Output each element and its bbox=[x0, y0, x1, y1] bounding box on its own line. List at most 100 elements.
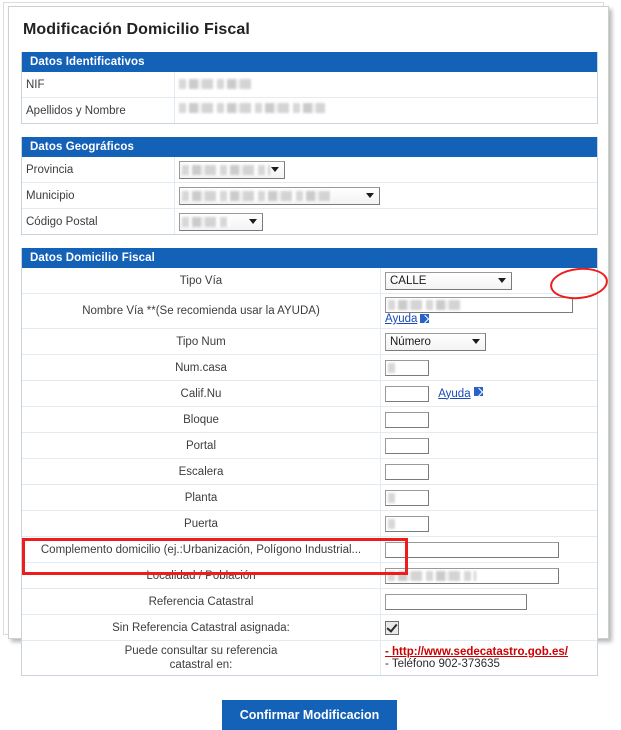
value-nif bbox=[175, 72, 598, 98]
value-localidad-poblacion bbox=[381, 563, 598, 589]
value-portal bbox=[381, 433, 598, 459]
external-link-icon bbox=[474, 387, 483, 396]
redacted-provincia bbox=[182, 165, 270, 175]
external-link-icon bbox=[420, 314, 429, 323]
chevron-down-icon bbox=[472, 339, 480, 344]
value-consulta-catastral: - http://www.sedecatastro.gob.es/ - Telé… bbox=[381, 641, 598, 676]
page-inner: Modificación Domicilio Fiscal Datos Iden… bbox=[9, 7, 610, 640]
table-row: Bloque bbox=[22, 407, 597, 433]
value-calif-nu: Ayuda bbox=[381, 381, 598, 407]
table-row: Escalera bbox=[22, 459, 597, 485]
table-row: Calif.Nu Ayuda bbox=[22, 381, 597, 407]
label-apellidos-nombre: Apellidos y Nombre bbox=[22, 98, 175, 124]
codigo-postal-select[interactable] bbox=[179, 213, 263, 231]
municipio-select[interactable] bbox=[179, 187, 380, 205]
chevron-down-icon bbox=[249, 219, 257, 224]
chevron-down-icon bbox=[271, 167, 279, 172]
label-complemento-domicilio: Complemento domicilio (ej.:Urbanización,… bbox=[22, 537, 381, 563]
table-row: NIF bbox=[22, 72, 597, 98]
confirmar-modificacion-button[interactable]: Confirmar Modificacion bbox=[222, 700, 398, 730]
table-row: Planta bbox=[22, 485, 597, 511]
sin-referencia-catastral-checkbox[interactable] bbox=[385, 621, 399, 635]
label-planta: Planta bbox=[22, 485, 381, 511]
planta-input[interactable] bbox=[385, 490, 429, 506]
value-complemento-domicilio bbox=[381, 537, 598, 563]
ayuda-link-nombre-via[interactable]: Ayuda bbox=[385, 313, 417, 325]
chevron-down-icon bbox=[498, 278, 506, 283]
page-card: Modificación Domicilio Fiscal Datos Iden… bbox=[8, 6, 609, 639]
table-row: Portal bbox=[22, 433, 597, 459]
redacted-nombre-via bbox=[388, 300, 460, 310]
localidad-poblacion-input[interactable] bbox=[385, 568, 559, 584]
tipo-via-select[interactable]: CALLE bbox=[385, 272, 512, 290]
table-row: Tipo Num Número bbox=[22, 329, 597, 355]
label-calif-nu: Calif.Nu bbox=[22, 381, 381, 407]
catastro-telefono: - Teléfono 902-373635 bbox=[385, 658, 500, 670]
label-nif: NIF bbox=[22, 72, 175, 98]
tipo-num-select[interactable]: Número bbox=[385, 333, 486, 351]
sedecatastro-link[interactable]: - http://www.sedecatastro.gob.es/ bbox=[385, 646, 568, 658]
redacted-codigo-postal bbox=[182, 217, 230, 227]
label-localidad-poblacion: Localidad / Población bbox=[22, 563, 381, 589]
section-header-domicilio: Datos Domicilio Fiscal bbox=[22, 248, 597, 268]
value-planta bbox=[381, 485, 598, 511]
value-sin-referencia-catastral bbox=[381, 615, 598, 641]
table-row: Nombre Vía **(Se recomienda usar la AYUD… bbox=[22, 294, 597, 329]
value-tipo-num: Número bbox=[381, 329, 598, 355]
section-datos-identificativos: Datos Identificativos NIF Apellidos y No… bbox=[21, 52, 598, 124]
table-row: Puerta bbox=[22, 511, 597, 537]
redacted-localidad bbox=[388, 571, 476, 581]
submit-area: Confirmar Modificacion bbox=[9, 700, 610, 730]
portal-input[interactable] bbox=[385, 438, 429, 454]
redacted-puerta bbox=[388, 519, 398, 529]
table-row-catastro-info: Puede consultar su referencia catastral … bbox=[22, 641, 597, 676]
table-domicilio: Tipo Vía CALLE Nombre Vía **(Se recomien… bbox=[22, 268, 597, 675]
puerta-input[interactable] bbox=[385, 516, 429, 532]
label-sin-referencia-catastral: Sin Referencia Catastral asignada: bbox=[22, 615, 381, 641]
table-row: Provincia bbox=[22, 157, 597, 183]
table-identificativos: NIF Apellidos y Nombre bbox=[22, 72, 597, 123]
escalera-input[interactable] bbox=[385, 464, 429, 480]
table-geograficos: Provincia Municipio bbox=[22, 157, 597, 234]
chevron-down-icon bbox=[366, 193, 374, 198]
catastro-label-line-2: catastral en: bbox=[170, 659, 233, 671]
catastro-label-line-1: Puede consultar su referencia bbox=[125, 645, 278, 657]
table-row: Complemento domicilio (ej.:Urbanización,… bbox=[22, 537, 597, 563]
redacted-apellidos-nombre bbox=[179, 103, 325, 113]
num-casa-input[interactable] bbox=[385, 360, 429, 376]
bloque-input[interactable] bbox=[385, 412, 429, 428]
redacted-num-casa bbox=[388, 363, 398, 373]
section-header-identificativos: Datos Identificativos bbox=[22, 52, 597, 72]
calif-nu-input[interactable] bbox=[385, 386, 429, 402]
referencia-catastral-input[interactable] bbox=[385, 594, 527, 610]
table-row: Apellidos y Nombre bbox=[22, 98, 597, 124]
redacted-nif bbox=[179, 79, 251, 89]
table-row: Sin Referencia Catastral asignada: bbox=[22, 615, 597, 641]
value-escalera bbox=[381, 459, 598, 485]
label-tipo-via: Tipo Vía bbox=[22, 268, 381, 294]
complemento-domicilio-input[interactable] bbox=[385, 542, 559, 558]
tipo-num-selected-value: Número bbox=[390, 336, 431, 348]
value-municipio bbox=[175, 183, 598, 209]
label-nombre-via: Nombre Vía **(Se recomienda usar la AYUD… bbox=[22, 294, 381, 329]
section-header-geograficos: Datos Geográficos bbox=[22, 137, 597, 157]
table-row: Código Postal bbox=[22, 209, 597, 235]
label-escalera: Escalera bbox=[22, 459, 381, 485]
nombre-via-input[interactable] bbox=[385, 297, 573, 313]
section-datos-domicilio-fiscal: Datos Domicilio Fiscal Tipo Vía CALLE No… bbox=[21, 248, 598, 676]
value-puerta bbox=[381, 511, 598, 537]
value-apellidos-nombre bbox=[175, 98, 598, 124]
value-nombre-via: Ayuda bbox=[381, 294, 598, 329]
table-row: Num.casa bbox=[22, 355, 597, 381]
label-bloque: Bloque bbox=[22, 407, 381, 433]
label-tipo-num: Tipo Num bbox=[22, 329, 381, 355]
provincia-select[interactable] bbox=[179, 161, 285, 179]
label-num-casa: Num.casa bbox=[22, 355, 381, 381]
redacted-municipio bbox=[182, 191, 332, 201]
label-referencia-catastral: Referencia Catastral bbox=[22, 589, 381, 615]
label-municipio: Municipio bbox=[22, 183, 175, 209]
value-bloque bbox=[381, 407, 598, 433]
label-portal: Portal bbox=[22, 433, 381, 459]
ayuda-link-calif-nu[interactable]: Ayuda bbox=[438, 388, 470, 400]
table-row: Tipo Vía CALLE bbox=[22, 268, 597, 294]
